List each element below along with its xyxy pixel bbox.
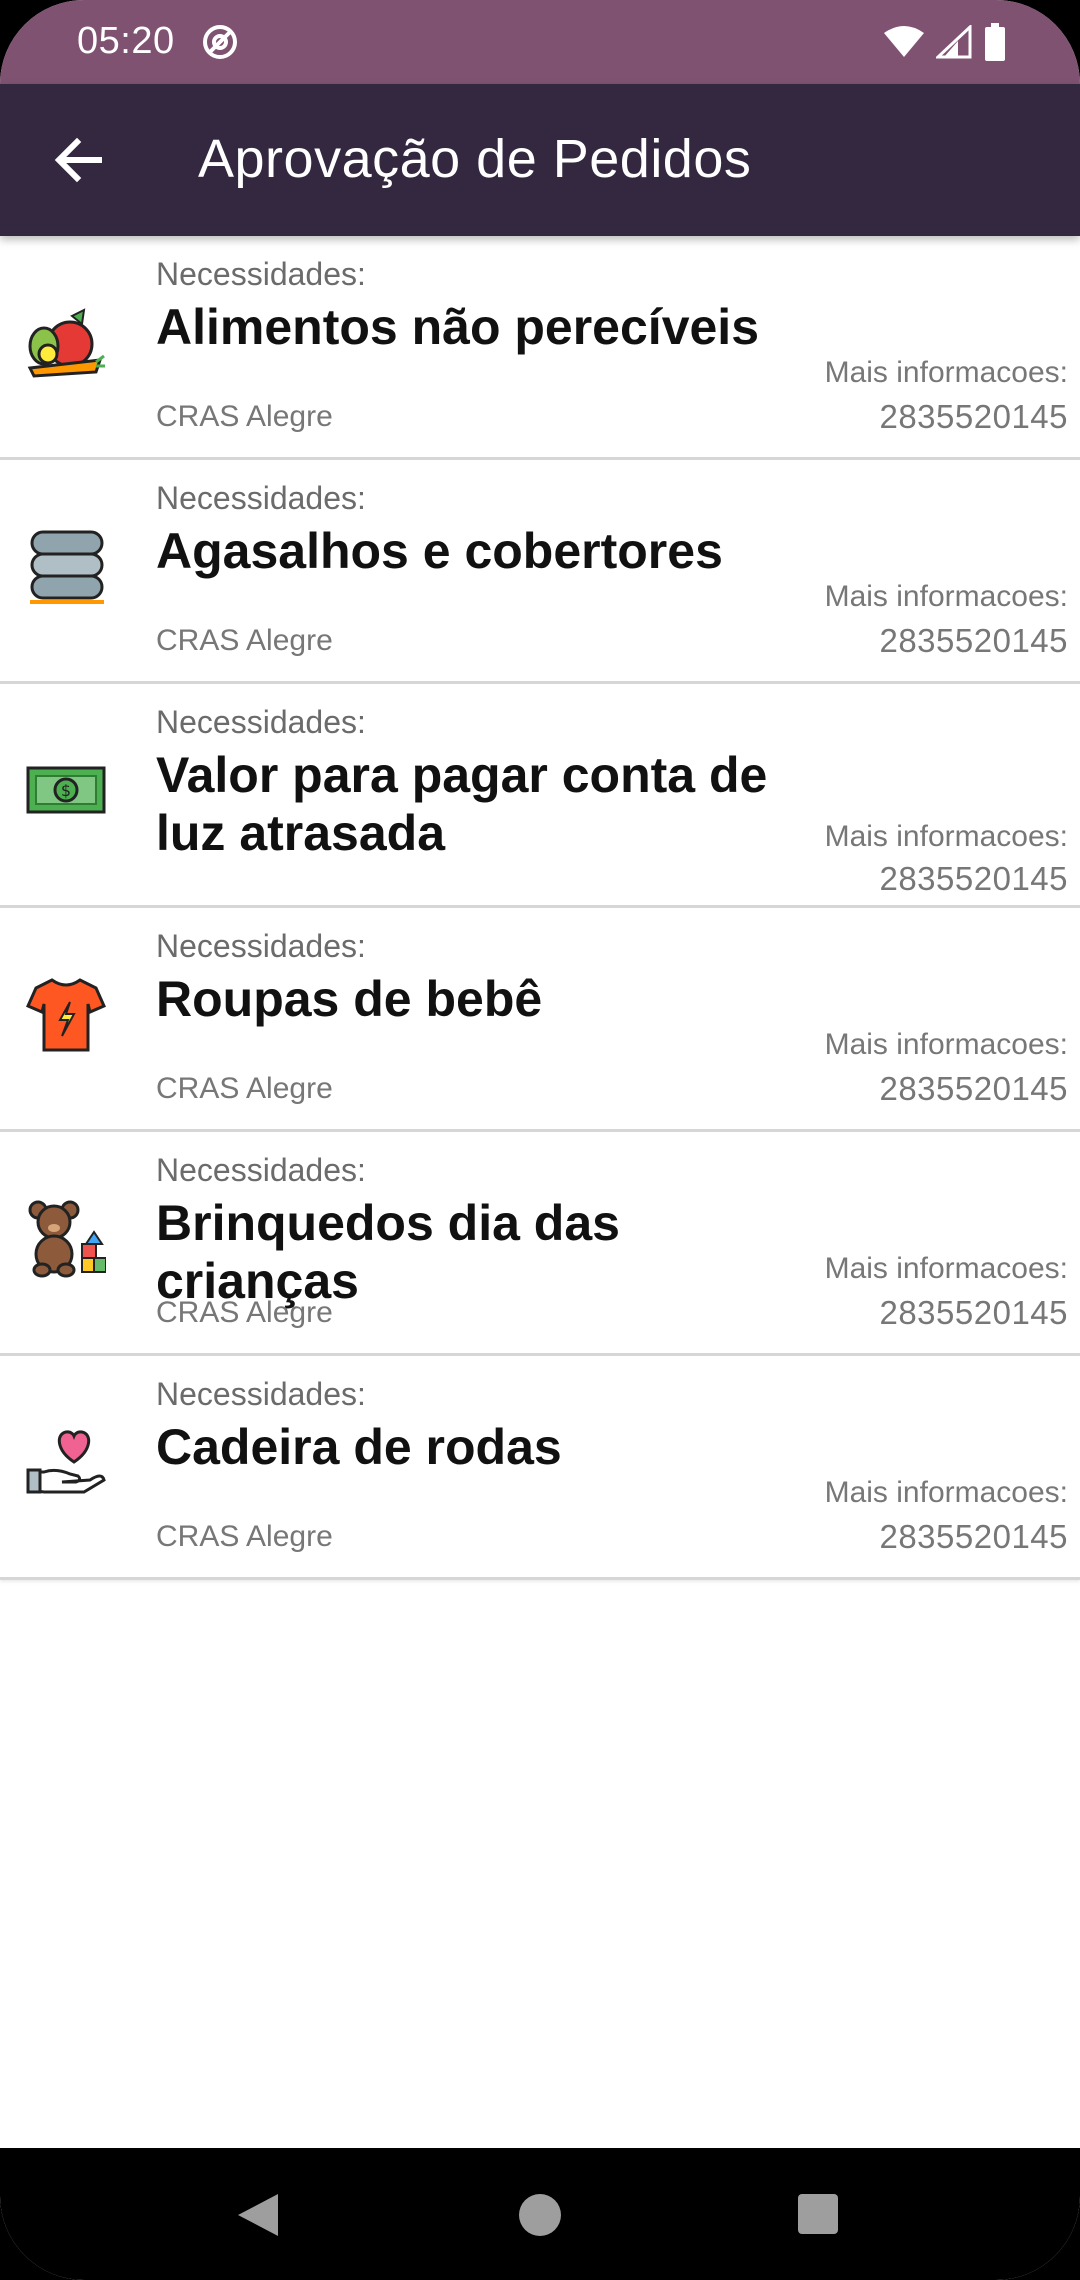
t-shirt-icon	[26, 978, 106, 1052]
nav-recents-icon[interactable]	[798, 2194, 838, 2234]
card-kicker: Necessidades:	[156, 928, 366, 964]
nav-home-icon[interactable]	[519, 2194, 561, 2236]
back-button[interactable]	[40, 122, 116, 198]
app-bar: Aprovação de Pedidos	[0, 84, 1080, 236]
card-info-label: Mais informacoes:	[824, 820, 1068, 853]
card-phone: 2835520145	[879, 1070, 1068, 1107]
card-org: CRAS Alegre	[156, 1072, 333, 1105]
card-info-label: Mais informacoes:	[824, 356, 1068, 389]
request-card[interactable]: Necessidades: Agasalhos e cobertores CRA…	[0, 460, 1080, 684]
request-card[interactable]: Necessidades: Alimentos não perecíveis C…	[0, 236, 1080, 460]
card-kicker: Necessidades:	[156, 480, 366, 516]
request-card[interactable]: $ Necessidades: Valor para pagar conta d…	[0, 684, 1080, 908]
card-title: Brinquedos dia das crianças	[156, 1195, 620, 1309]
card-org: CRAS Alegre	[156, 1296, 333, 1329]
food-basket-icon	[27, 308, 105, 378]
wifi-icon	[884, 26, 924, 57]
arrow-left-icon	[54, 137, 102, 183]
status-bar: 05:20	[0, 0, 1080, 84]
card-info-label: Mais informacoes:	[824, 580, 1068, 613]
card-kicker: Necessidades:	[156, 1152, 366, 1188]
card-phone: 2835520145	[879, 622, 1068, 659]
card-title: Cadeira de rodas	[156, 1419, 562, 1475]
request-card[interactable]: Necessidades: Cadeira de rodas CRAS Aleg…	[0, 1356, 1080, 1580]
card-title: Alimentos não perecíveis	[156, 299, 760, 355]
card-org: CRAS Alegre	[156, 400, 333, 433]
card-info-label: Mais informacoes:	[824, 1476, 1068, 1509]
teddy-bear-icon	[28, 1200, 106, 1278]
page-title: Aprovação de Pedidos	[198, 129, 752, 189]
card-info-label: Mais informacoes:	[824, 1028, 1068, 1061]
card-phone: 2835520145	[879, 860, 1068, 897]
status-icons	[884, 22, 1006, 62]
card-phone: 2835520145	[879, 1518, 1068, 1555]
requests-list: Necessidades: Alimentos não perecíveis C…	[0, 236, 1080, 1580]
nav-back-icon[interactable]	[236, 2192, 280, 2238]
card-info-label: Mais informacoes:	[824, 1252, 1068, 1285]
at-sign-icon	[203, 25, 237, 59]
battery-icon	[985, 23, 1005, 61]
card-phone: 2835520145	[879, 1294, 1068, 1331]
request-card[interactable]: Necessidades: Roupas de bebê CRAS Alegre…	[0, 908, 1080, 1132]
card-org: CRAS Alegre	[156, 624, 333, 657]
card-title: Roupas de bebê	[156, 971, 543, 1027]
card-kicker: Necessidades:	[156, 1376, 366, 1412]
card-title: Agasalhos e cobertores	[156, 523, 723, 579]
system-nav-bar	[0, 2148, 1080, 2280]
request-card[interactable]: Necessidades: Brinquedos dia das criança…	[0, 1132, 1080, 1356]
folded-blankets-icon	[30, 530, 104, 604]
cellular-signal-icon	[936, 25, 972, 59]
card-kicker: Necessidades:	[156, 704, 366, 740]
phone-screen: 05:20 Aprovação de Pedidos Necessidades:…	[0, 0, 1080, 2280]
svg-text:$: $	[61, 781, 71, 800]
card-kicker: Necessidades:	[156, 256, 366, 292]
card-phone: 2835520145	[879, 398, 1068, 435]
status-time: 05:20	[77, 20, 175, 62]
heart-in-hand-icon	[26, 1430, 106, 1494]
money-bill-icon: $	[26, 766, 106, 814]
card-title: Valor para pagar conta de luz atrasada	[156, 747, 768, 861]
card-org: CRAS Alegre	[156, 1520, 333, 1553]
